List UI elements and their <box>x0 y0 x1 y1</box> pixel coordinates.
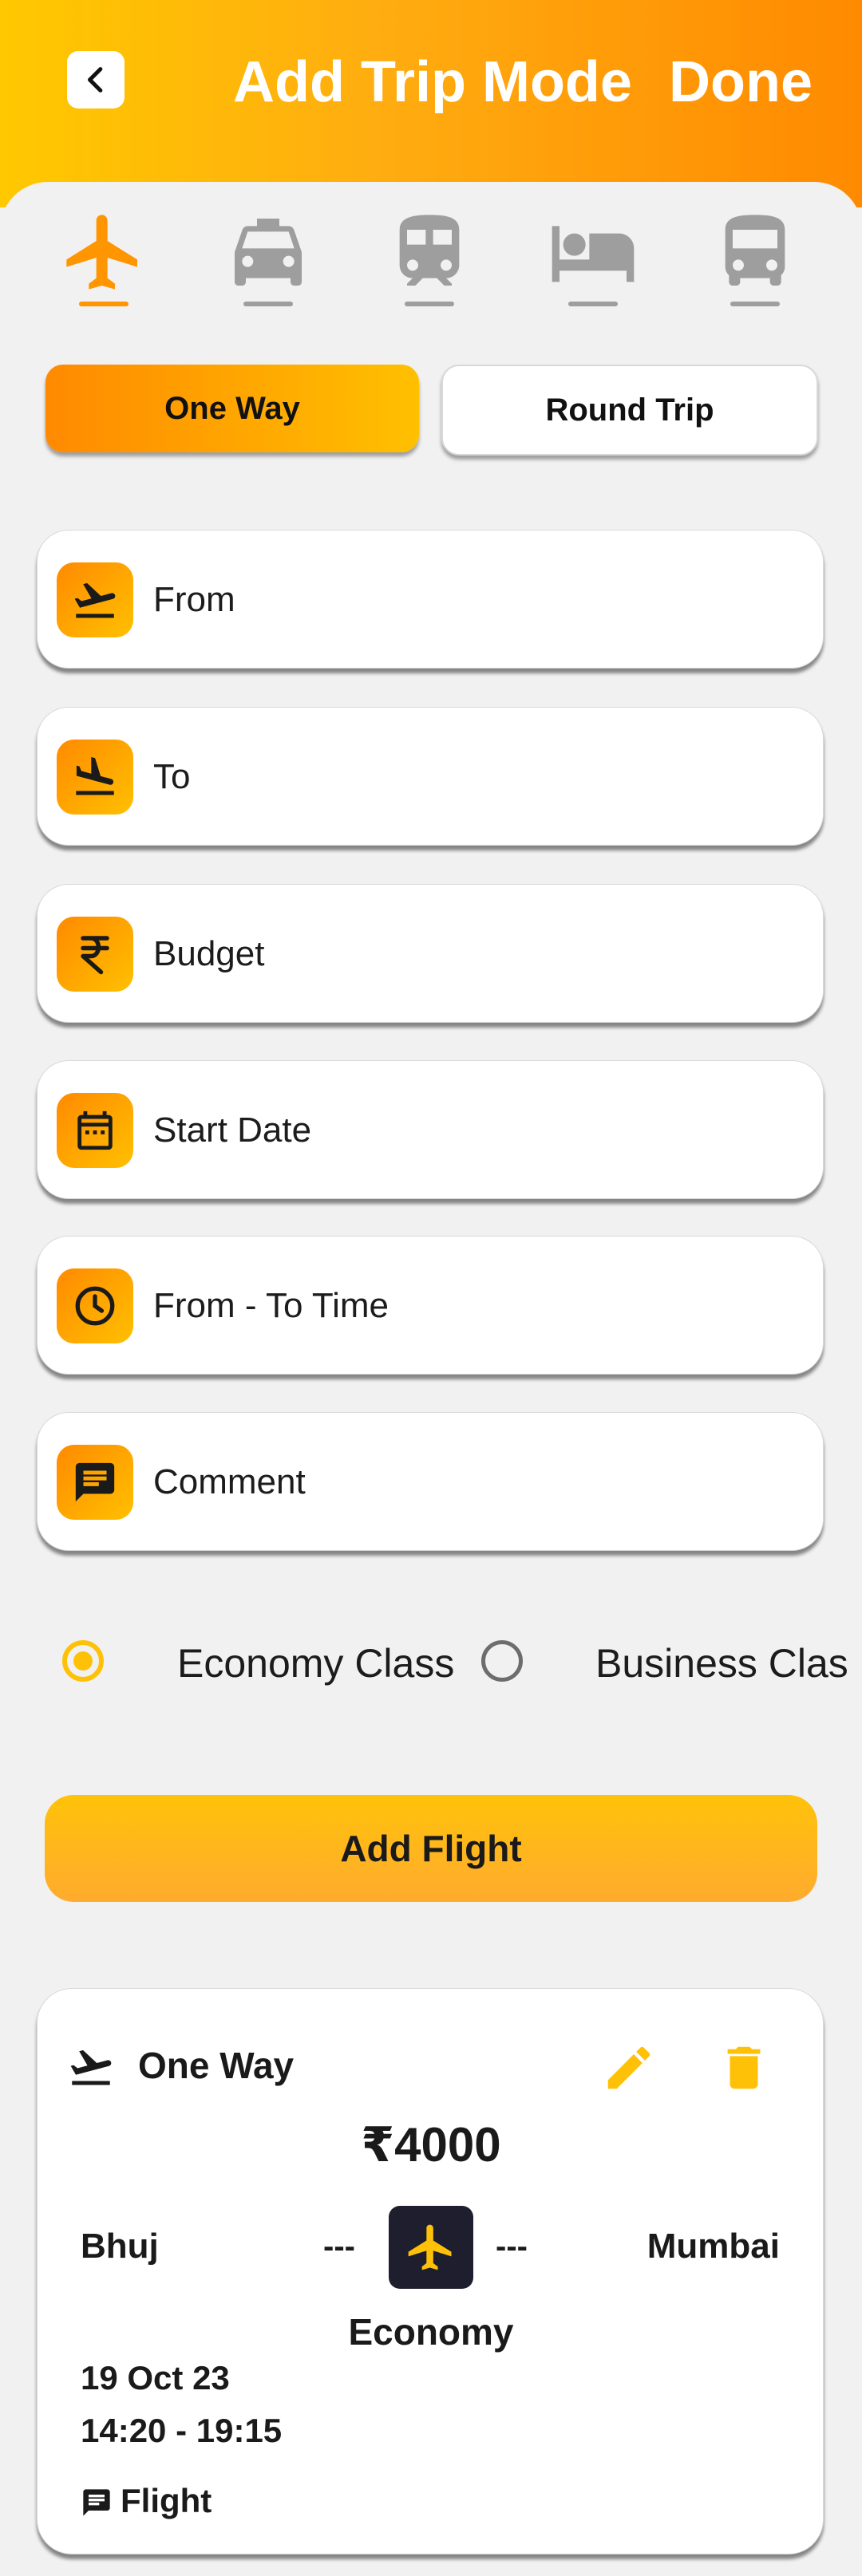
trip-price: ₹4000 <box>361 2118 501 2172</box>
mode-underline <box>405 302 454 306</box>
mode-tab-bus[interactable] <box>699 207 811 319</box>
route-dash-right: --- <box>496 2229 528 2264</box>
route-dash-left: --- <box>323 2229 355 2264</box>
flight-takeoff-icon <box>70 2049 112 2085</box>
start-date-placeholder: Start Date <box>153 1110 312 1150</box>
taxi-icon <box>235 219 302 286</box>
origin-city: Bhuj <box>81 2227 159 2266</box>
mode-underline <box>79 302 129 306</box>
mode-underline <box>243 302 293 306</box>
comment-icon <box>83 2489 110 2516</box>
from-placeholder: From <box>153 580 235 619</box>
time-placeholder: From - To Time <box>153 1286 389 1325</box>
mode-underline <box>730 302 780 306</box>
time-field[interactable]: From - To Time <box>37 1236 824 1375</box>
comment-icon <box>75 1462 115 1502</box>
trip-comment: Flight <box>121 2482 212 2519</box>
business-class-label: Business Clas <box>595 1641 848 1686</box>
mode-tab-taxi[interactable] <box>212 207 324 319</box>
trip-time: 14:20 - 19:15 <box>81 2412 283 2449</box>
economy-class-label: Economy Class <box>177 1641 455 1686</box>
flight-land-icon <box>76 757 114 795</box>
clock-icon <box>75 1286 115 1326</box>
plane-badge <box>389 2206 473 2289</box>
rupee-icon <box>81 936 109 975</box>
flight-takeoff-icon <box>74 582 116 618</box>
edit-icon[interactable] <box>601 2040 657 2096</box>
budget-placeholder: Budget <box>153 934 265 973</box>
add-flight-button[interactable]: Add Flight <box>45 1795 817 1902</box>
round-trip-button[interactable]: Round Trip <box>441 365 818 456</box>
done-button[interactable]: Done <box>669 46 813 118</box>
airplane-icon <box>408 2224 452 2270</box>
to-field[interactable]: To <box>37 707 824 846</box>
trip-type-label: One Way <box>138 2045 295 2086</box>
trip-date: 19 Oct 23 <box>81 2359 230 2397</box>
bus-icon <box>725 215 785 286</box>
from-field[interactable]: From <box>37 530 824 669</box>
airplane-icon <box>66 215 137 290</box>
delete-icon[interactable] <box>716 2040 772 2096</box>
destination-city: Mumbai <box>646 2227 780 2266</box>
back-button[interactable] <box>67 51 125 108</box>
mode-tab-train[interactable] <box>374 207 485 319</box>
comment-placeholder: Comment <box>153 1462 306 1501</box>
one-way-button[interactable]: One Way <box>45 365 419 452</box>
flight-card: One Way ₹4000 Bhuj --- --- Mumbai Econom… <box>37 1988 824 2554</box>
calendar-icon <box>77 1110 113 1150</box>
budget-field[interactable]: Budget <box>37 884 824 1023</box>
mode-tab-flight[interactable] <box>48 207 160 319</box>
travel-class: Economy <box>348 2311 514 2353</box>
mode-underline <box>568 302 618 306</box>
to-placeholder: To <box>153 757 191 796</box>
bed-icon <box>552 226 635 282</box>
comment-field[interactable]: Comment <box>37 1412 824 1551</box>
train-icon <box>399 215 460 286</box>
page-title: Add Trip Mode <box>233 50 632 114</box>
start-date-field[interactable]: Start Date <box>37 1060 824 1199</box>
mode-tab-hotel[interactable] <box>537 207 649 319</box>
economy-class-radio[interactable] <box>62 1640 104 1682</box>
business-class-radio[interactable] <box>481 1640 523 1682</box>
chevron-left-icon <box>88 67 103 93</box>
